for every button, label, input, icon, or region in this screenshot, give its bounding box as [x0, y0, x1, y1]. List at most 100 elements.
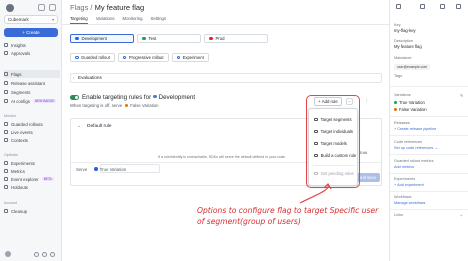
sidebar-item-segments[interactable]: Segments — [4, 88, 60, 96]
description-value: My feature flag — [394, 44, 422, 49]
help-icon[interactable] — [34, 252, 39, 257]
environment-bar: Development Test Prod — [70, 34, 382, 43]
notifications-icon[interactable] — [50, 252, 55, 257]
rollout-label: Progressive rollout — [128, 55, 164, 60]
add-experiment-link[interactable]: + Add experiment — [394, 183, 424, 187]
experiments-label: Experiments — [394, 177, 416, 181]
sidebar-item-live-events[interactable]: Live events — [4, 128, 60, 136]
section-account: Account — [4, 201, 17, 205]
beta-badge: BETA — [41, 176, 54, 182]
more-icon[interactable] — [456, 4, 461, 9]
sidebar-item-contexts[interactable]: Contexts — [4, 136, 60, 144]
maintainer-chip[interactable]: user@example.com — [394, 64, 431, 70]
sidebar-item-label: Insights — [11, 42, 26, 48]
tab-bar: Targeting Variations Monitoring Settings — [70, 14, 174, 24]
chevron-down-icon: ▾ — [51, 17, 54, 22]
default-rule-note: If a rule/identity is unreachable, SDKs … — [158, 155, 286, 159]
divider — [390, 173, 468, 174]
add-link-icon[interactable]: + — [460, 213, 462, 218]
env-label: Prod — [215, 36, 225, 41]
sidebar-item-release-assistant[interactable]: Release assistant — [4, 79, 60, 87]
add-metrics-link[interactable]: Add metrics — [394, 165, 414, 169]
progressive-rollout-button[interactable]: Progressive rollout — [117, 53, 169, 62]
app-logo[interactable] — [6, 4, 14, 12]
explorer-icon — [4, 177, 8, 181]
sidebar-item-ai-configs[interactable]: AI configs NEW BADGE — [4, 97, 60, 105]
evaluations-panel[interactable]: › Evaluations — [70, 73, 382, 83]
env-development[interactable]: Development — [70, 34, 134, 43]
new-badge: NEW BADGE — [32, 98, 57, 104]
tab-settings[interactable]: Settings — [151, 14, 167, 24]
divider — [390, 209, 468, 210]
settings-icon[interactable] — [42, 252, 47, 257]
off-variation[interactable]: False Variation — [130, 103, 158, 108]
divider — [390, 86, 468, 87]
annotation-text: Options to configure flag to target Spec… — [197, 206, 379, 226]
variation-false: False Variation — [394, 107, 427, 112]
flag-icon — [4, 72, 8, 76]
releases-label: Releases — [394, 121, 410, 125]
sidebar-item-label: Contexts — [11, 137, 28, 143]
tab-monitoring[interactable]: Monitoring — [122, 14, 142, 24]
env-color-dot — [209, 36, 213, 41]
targeting-toggle[interactable] — [70, 95, 79, 100]
sidebar-item-metrics[interactable]: Metrics — [4, 167, 60, 175]
sidebar-item-label: Live events — [11, 129, 33, 135]
sidebar-item-guarded-rollouts[interactable]: Guarded rollouts — [4, 120, 60, 128]
experiment-button[interactable]: Experiment — [171, 53, 209, 62]
rollout-options: Guarded rollout Progressive rollout Expe… — [70, 53, 212, 62]
tab-targeting[interactable]: Targeting — [70, 14, 88, 24]
sidebar: Cubemark ▾ + Create Insights Approvals F… — [0, 0, 62, 261]
env-color-dot — [75, 36, 79, 41]
insights-icon — [4, 43, 8, 47]
tab-variations[interactable]: Variations — [96, 14, 115, 24]
sidebar-item-holdouts[interactable]: Holdouts — [4, 183, 60, 191]
sidebar-item-flags[interactable]: Flags — [4, 70, 60, 78]
create-release-pipeline-link[interactable]: + Create release pipeline — [394, 127, 436, 131]
sidebar-item-label: Experiments — [11, 160, 35, 166]
variations-label: Variations — [394, 93, 411, 97]
variation-dot — [394, 107, 397, 111]
info-icon[interactable]: ⋮ — [363, 98, 370, 105]
when-off-label: When targeting is off, serve — [70, 103, 123, 108]
sidebar-item-approvals[interactable]: Approvals — [4, 49, 60, 57]
code-references-link[interactable]: Set up code references → — [394, 146, 438, 150]
project-selector[interactable]: Cubemark ▾ — [4, 15, 58, 24]
edit-link[interactable]: Edit — [360, 150, 367, 155]
variation-dot — [394, 100, 397, 104]
panel-toggle-icon[interactable] — [49, 4, 56, 11]
evaluations-label: Evaluations — [78, 75, 102, 80]
divider — [390, 135, 468, 136]
metrics-icon — [4, 169, 8, 173]
env-prod[interactable]: Prod — [204, 34, 268, 43]
panel-icon[interactable] — [396, 4, 401, 9]
breadcrumb[interactable]: Flags / — [70, 3, 93, 12]
sidebar-item-label: Release assistant — [11, 80, 45, 86]
guarded-rollout-button[interactable]: Guarded rollout — [70, 53, 115, 62]
chevron-down-icon[interactable]: ⌄ — [77, 123, 81, 129]
sidebar-item-cleanup[interactable]: Cleanup — [4, 207, 60, 215]
env-test[interactable]: Test — [137, 34, 201, 43]
code-references-label: Code references — [394, 140, 423, 144]
sparkle-icon[interactable] — [420, 4, 425, 9]
search-icon[interactable] — [38, 4, 45, 11]
env-label: Development — [81, 36, 107, 41]
manage-workflows-link[interactable]: Manage workflows — [394, 201, 425, 205]
section-optimize: Optimize — [4, 153, 19, 157]
divider — [390, 191, 468, 192]
sidebar-item-label: Metrics — [11, 168, 25, 174]
sidebar-item-insights[interactable]: Insights — [4, 41, 60, 49]
chevron-right-icon: › — [73, 75, 75, 80]
divider — [390, 116, 468, 117]
avatar[interactable] — [5, 251, 11, 257]
sidebar-item-event-explorer[interactable]: Event explorer BETA — [4, 175, 60, 183]
segments-icon — [4, 90, 8, 94]
sidebar-item-experiments[interactable]: Experiments — [4, 159, 60, 167]
create-button[interactable]: + Create — [4, 28, 58, 37]
contexts-icon — [4, 138, 8, 142]
shield-icon — [4, 122, 8, 126]
settings-icon[interactable] — [440, 4, 445, 9]
experiment-icon — [4, 161, 8, 165]
key-label: Key — [394, 23, 401, 27]
edit-icon[interactable]: ✎ — [460, 93, 463, 98]
